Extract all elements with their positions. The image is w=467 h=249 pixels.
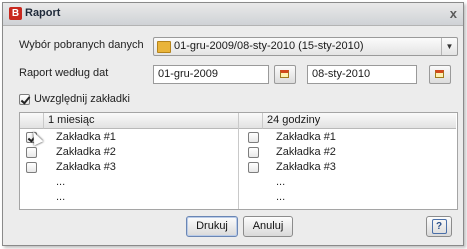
date-from-field[interactable]: 01-gru-2009 <box>153 65 269 84</box>
date-from-calendar-button[interactable] <box>274 65 296 84</box>
tab-checkbox-col1-row2[interactable] <box>26 147 37 158</box>
tab-label-col2-row3: Zakładka #3 <box>276 161 336 173</box>
source-selected-value: 01-gru-2009/08-sty-2010 (15-sty-2010) <box>174 40 364 52</box>
tab-label-col2-row2: Zakładka #2 <box>276 146 336 158</box>
include-tabs-label: Uwzględnij zakładki <box>34 93 130 105</box>
column-divider <box>238 113 239 209</box>
calendar-icon <box>435 70 444 78</box>
date-to-field[interactable]: 08-sty-2010 <box>307 65 417 84</box>
tab-checkbox-col2-row1[interactable] <box>248 132 259 143</box>
cancel-button[interactable]: Anuluj <box>243 216 293 237</box>
source-dropdown[interactable]: 01-gru-2009/08-sty-2010 (15-sty-2010) ▼ <box>153 37 458 56</box>
tab-label-col1-row4: ... <box>56 176 66 188</box>
tab-label-col2-row4: ... <box>276 176 286 188</box>
tab-checkbox-col1-row3[interactable] <box>26 162 37 173</box>
tab-label-col2-row5: ... <box>276 191 286 203</box>
date-to-calendar-button[interactable] <box>429 65 451 84</box>
help-button[interactable]: ? <box>426 216 452 237</box>
tab-checkbox-col2-row2[interactable] <box>248 147 259 158</box>
help-icon: ? <box>431 219 447 234</box>
app-logo-icon: B <box>9 7 22 20</box>
tab-checkbox-col2-row3[interactable] <box>248 162 259 173</box>
column-header-2[interactable]: 24 godziny <box>263 113 456 129</box>
window-title: Raport <box>25 7 61 19</box>
tab-label-col1-row5: ... <box>56 191 66 203</box>
chevron-down-icon[interactable]: ▼ <box>441 38 457 55</box>
date-to-value: 08-sty-2010 <box>312 68 371 80</box>
grid-corner-2 <box>239 113 263 129</box>
tab-label-col1-row3: Zakładka #3 <box>56 161 116 173</box>
report-dialog: B Raport x Wybór pobranych danych 01-gru… <box>2 2 464 246</box>
tab-label-col1-row1: Zakładka #1 <box>56 131 116 143</box>
close-icon[interactable]: x <box>450 6 457 21</box>
date-range-label: Raport według dat <box>19 67 109 79</box>
column-header-1[interactable]: 1 miesiąc <box>44 113 239 129</box>
tab-label-col1-row2: Zakładka #2 <box>56 146 116 158</box>
tab-label-col2-row1: Zakładka #1 <box>276 131 336 143</box>
include-tabs-checkbox[interactable] <box>19 94 30 105</box>
tabs-grid: 1 miesiąc 24 godziny Zakładka #1 Zakładk… <box>19 112 458 210</box>
folder-icon <box>157 41 171 53</box>
grid-corner <box>20 113 44 129</box>
source-label: Wybór pobranych danych <box>19 39 144 51</box>
date-from-value: 01-gru-2009 <box>158 68 218 80</box>
calendar-icon <box>280 70 289 78</box>
print-button[interactable]: Drukuj <box>186 216 238 237</box>
title-bar: B Raport x <box>3 3 463 26</box>
